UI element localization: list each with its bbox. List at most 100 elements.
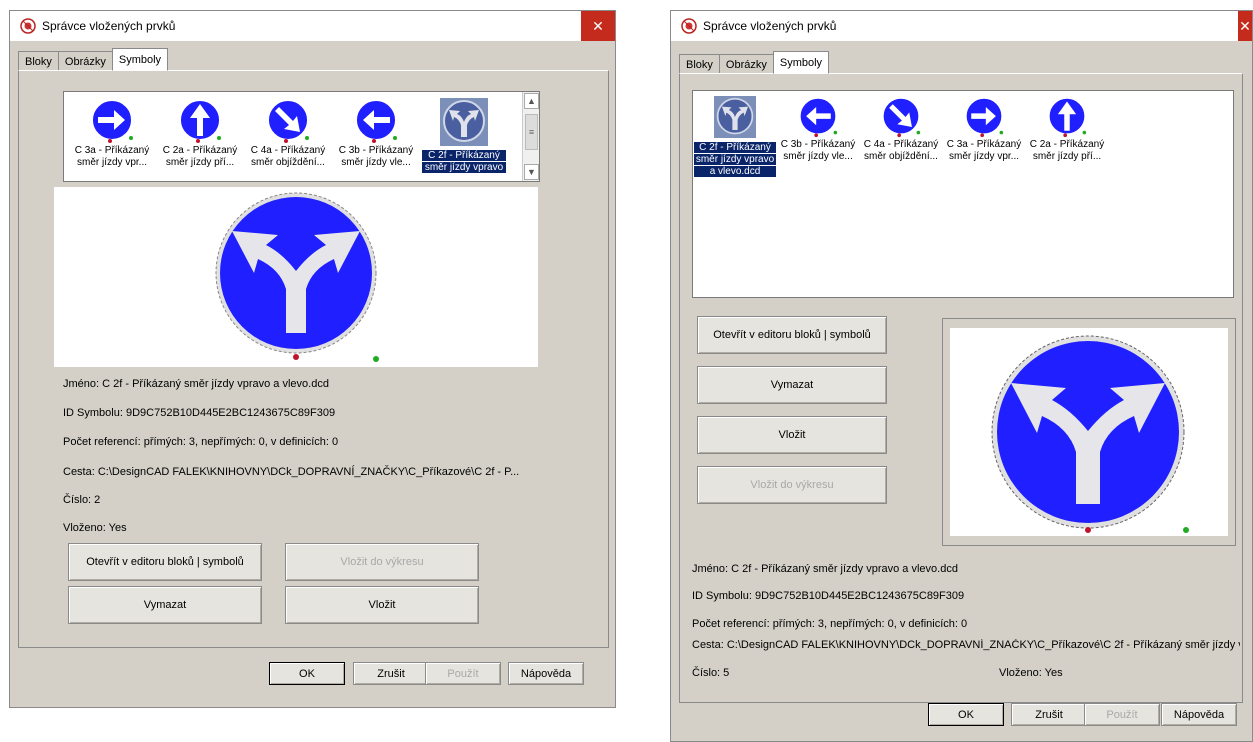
arrow-fork-sign-icon [443, 100, 485, 142]
symbol-thumbnail-list[interactable]: C 3a - Příkázaný směr jízdy vpr... C 2a … [63, 91, 540, 182]
thumbnail-item[interactable]: C 3b - Příkázaný směr jízdy vle... [334, 98, 418, 168]
close-icon[interactable]: ✕ [1238, 11, 1252, 41]
arrow-fork-sign-icon [716, 97, 754, 135]
symbol-number: Číslo: 5 [692, 667, 730, 679]
thumbnail-label: C 2f - Příkázaný [694, 142, 776, 153]
symbol-preview [54, 187, 538, 367]
arrow-fork-sign-preview-icon [215, 192, 379, 362]
reference-count: Počet referencí: přímých: 3, nepřímých: … [692, 618, 968, 630]
ok-button[interactable]: OK [269, 662, 345, 685]
help-button[interactable]: Nápověda [508, 662, 584, 685]
symbol-id: ID Symbolu: 9D9C752B10D445E2BC1243675C89… [692, 590, 965, 602]
apply-button[interactable]: Použít [425, 662, 501, 685]
thumbnail-label: C 3b - Příkázaný [338, 145, 414, 156]
symbol-inserted: Vloženo: Yes [63, 522, 127, 534]
thumbnail-label: C 3a - Příkázaný [946, 139, 1022, 150]
thumbnail-item[interactable]: C 4a - Příkázaný směr objíždění... [860, 96, 942, 162]
cancel-button[interactable]: Zrušit [1011, 703, 1087, 726]
tab-bloky[interactable]: Bloky [679, 54, 720, 74]
thumbnail-label: směr jízdy pří... [165, 157, 235, 168]
ok-button[interactable]: OK [928, 703, 1004, 726]
symbol-preview-frame [942, 318, 1236, 546]
thumbnail-label: směr objíždění... [864, 151, 938, 162]
tab-strip: Bloky Obrázky Symboly [18, 48, 169, 71]
app-icon [681, 18, 697, 34]
thumbnail-label: C 3a - Příkázaný [74, 145, 150, 156]
thumbnail-label: směr jízdy vle... [783, 151, 853, 162]
thumbnail-label: směr jízdy vpravo [694, 154, 776, 165]
tab-symboly[interactable]: Symboly [772, 51, 830, 74]
window-title: Správce vložených prvků [42, 19, 176, 33]
thumbnail-item-selected[interactable]: C 2f - Příkázaný směr jízdy vpravo a vle… [694, 96, 776, 177]
thumbnail-label: směr jízdy pří... [1032, 151, 1102, 162]
thumbnail-item[interactable]: C 3a - Příkázaný směr jízdy vpr... [70, 98, 154, 168]
insert-into-drawing-button[interactable]: Vložit do výkresu [697, 466, 887, 504]
right-dialog: Správce vložených prvků ✕ Bloky Obrázky … [670, 10, 1253, 742]
thumbnail-label: C 2a - Příkázaný [162, 145, 238, 156]
thumbnail-item[interactable]: C 3a - Příkázaný směr jízdy vpr... [943, 96, 1025, 162]
thumbnail-item[interactable]: C 3b - Příkázaný směr jízdy vle... [777, 96, 859, 162]
thumbnail-label: směr jízdy vle... [341, 157, 411, 168]
scroll-thumb[interactable]: ≡ [525, 114, 538, 150]
tab-panel: C 3a - Příkázaný směr jízdy vpr... C 2a … [18, 70, 609, 648]
thumbnail-label: směr objíždění... [251, 157, 325, 168]
arrow-diagonal-sign-icon [881, 96, 921, 138]
symbol-name: Jméno: C 2f - Příkázaný směr jízdy vprav… [63, 378, 329, 390]
tab-obrazky[interactable]: Obrázky [57, 51, 113, 71]
thumbnail-label: směr jízdy vpr... [76, 157, 147, 168]
app-icon [20, 18, 36, 34]
delete-button[interactable]: Vymazat [697, 366, 887, 404]
symbol-id: ID Symbolu: 9D9C752B10D445E2BC1243675C89… [63, 407, 336, 419]
right-titlebar: Správce vložených prvků ✕ [671, 11, 1252, 41]
selection-highlight [440, 98, 488, 146]
help-button[interactable]: Nápověda [1161, 703, 1237, 726]
tab-bloky[interactable]: Bloky [18, 51, 59, 71]
insert-button[interactable]: Vložit [285, 586, 479, 624]
insert-button[interactable]: Vložit [697, 416, 887, 454]
reference-count: Počet referencí: přímých: 3, nepřímých: … [63, 436, 339, 448]
symbol-path: Cesta: C:\DesignCAD FALEK\KNIHOVNY\DCk_D… [63, 466, 520, 478]
tab-symboly[interactable]: Symboly [111, 48, 169, 71]
tab-obrazky[interactable]: Obrázky [718, 54, 774, 74]
thumbnail-item[interactable]: C 4a - Příkázaný směr objíždění... [246, 98, 330, 168]
thumbnail-item[interactable]: C 2a - Příkázaný směr jízdy pří... [1026, 96, 1108, 162]
thumbnail-label: C 4a - Příkázaný [863, 139, 939, 150]
insert-into-drawing-button[interactable]: Vložit do výkresu [285, 543, 479, 581]
arrow-right-sign-icon [91, 99, 133, 143]
symbol-preview [950, 328, 1228, 536]
arrow-up-sign-icon [1047, 96, 1087, 138]
arrow-left-sign-icon [355, 99, 397, 143]
thumbnail-item-selected[interactable]: C 2f - Příkázaný směr jízdy vpravo [422, 98, 506, 173]
thumbnail-label: C 2a - Příkázaný [1029, 139, 1105, 150]
delete-button[interactable]: Vymazat [68, 586, 262, 624]
close-icon[interactable]: ✕ [581, 11, 615, 41]
left-titlebar: Správce vložených prvků ✕ [10, 11, 615, 41]
open-editor-button[interactable]: Otevřít v editoru bloků | symbolů [68, 543, 262, 581]
arrow-fork-sign-preview-icon [991, 335, 1189, 533]
scroll-up-icon[interactable]: ▲ [524, 93, 539, 109]
tab-panel: C 2f - Příkázaný směr jízdy vpravo a vle… [679, 73, 1243, 703]
selection-highlight [714, 96, 756, 138]
window-title: Správce vložených prvků [703, 19, 837, 33]
symbol-inserted: Vloženo: Yes [999, 667, 1063, 679]
thumbnail-label: a vlevo.dcd [694, 166, 776, 177]
open-editor-button[interactable]: Otevřít v editoru bloků | symbolů [697, 316, 887, 354]
scroll-down-icon[interactable]: ▼ [524, 164, 539, 180]
thumbnail-label: směr jízdy vpr... [948, 151, 1019, 162]
left-dialog: Správce vložených prvků ✕ Bloky Obrázky … [9, 10, 616, 708]
tab-strip: Bloky Obrázky Symboly [679, 51, 830, 74]
symbol-thumbnail-list[interactable]: C 2f - Příkázaný směr jízdy vpravo a vle… [692, 90, 1234, 298]
symbol-name: Jméno: C 2f - Příkázaný směr jízdy vprav… [692, 563, 958, 575]
thumbnail-label: C 4a - Příkázaný [250, 145, 326, 156]
thumbnail-item[interactable]: C 2a - Příkázaný směr jízdy pří... [158, 98, 242, 168]
symbol-number: Číslo: 2 [63, 494, 101, 506]
thumbnail-label: C 2f - Příkázaný [422, 150, 506, 161]
symbol-path: Cesta: C:\DesignCAD FALEK\KNIHOVNY\DCk_D… [692, 639, 1240, 651]
apply-button[interactable]: Použít [1084, 703, 1160, 726]
thumbnail-scrollbar[interactable]: ▲ ≡ ▼ [522, 92, 539, 181]
thumbnail-label: C 3b - Příkázaný [780, 139, 856, 150]
arrow-up-sign-icon [179, 99, 221, 143]
arrow-right-sign-icon [964, 96, 1004, 138]
arrow-left-sign-icon [798, 96, 838, 138]
cancel-button[interactable]: Zrušit [353, 662, 429, 685]
